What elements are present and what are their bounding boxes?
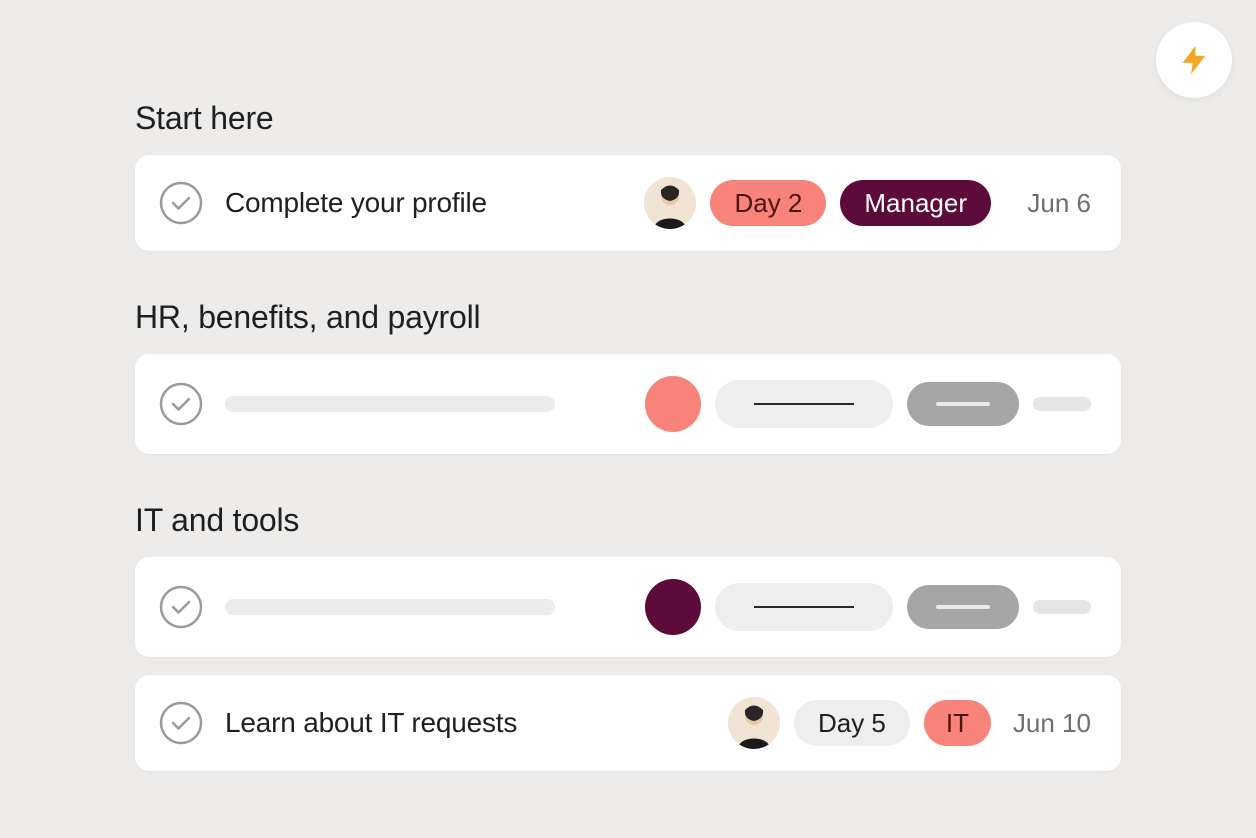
check-circle-icon[interactable] — [159, 181, 203, 225]
tag-placeholder — [715, 583, 893, 631]
tag-placeholder — [907, 382, 1019, 426]
task-row[interactable]: Complete your profile Day 2 Manager Jun … — [135, 155, 1121, 251]
title-placeholder — [225, 599, 555, 615]
task-meta: Day 5 IT Jun 10 — [728, 697, 1091, 749]
due-date: Jun 6 — [1005, 188, 1091, 219]
lightning-badge[interactable] — [1156, 22, 1232, 98]
date-placeholder — [1033, 397, 1091, 411]
check-circle-icon[interactable] — [159, 701, 203, 745]
day-tag[interactable]: Day 5 — [794, 700, 910, 746]
task-row-placeholder[interactable] — [135, 354, 1121, 454]
task-title: Complete your profile — [225, 187, 644, 219]
task-meta: Day 2 Manager Jun 6 — [644, 177, 1091, 229]
section-title: IT and tools — [135, 502, 1121, 539]
date-placeholder — [1033, 600, 1091, 614]
task-row[interactable]: Learn about IT requests Day 5 IT Jun 10 — [135, 675, 1121, 771]
section-it: IT and tools Learn about IT requests — [135, 502, 1121, 771]
color-dot — [645, 376, 701, 432]
dept-tag[interactable]: IT — [924, 700, 991, 746]
task-meta-placeholder — [645, 579, 1091, 635]
tag-placeholder — [907, 585, 1019, 629]
section-title: Start here — [135, 100, 1121, 137]
due-date: Jun 10 — [1005, 708, 1091, 739]
check-circle-icon[interactable] — [159, 382, 203, 426]
role-tag[interactable]: Manager — [840, 180, 991, 226]
section-start-here: Start here Complete your profile Day 2 M… — [135, 100, 1121, 251]
assignee-avatar[interactable] — [644, 177, 696, 229]
lightning-icon — [1177, 43, 1211, 77]
task-title: Learn about IT requests — [225, 707, 728, 739]
check-circle-icon[interactable] — [159, 585, 203, 629]
assignee-avatar[interactable] — [728, 697, 780, 749]
task-row-placeholder[interactable] — [135, 557, 1121, 657]
color-dot — [645, 579, 701, 635]
section-hr: HR, benefits, and payroll — [135, 299, 1121, 454]
task-list-container: Start here Complete your profile Day 2 M… — [0, 0, 1256, 771]
tag-placeholder — [715, 380, 893, 428]
day-tag[interactable]: Day 2 — [710, 180, 826, 226]
section-title: HR, benefits, and payroll — [135, 299, 1121, 336]
title-placeholder — [225, 396, 555, 412]
task-meta-placeholder — [645, 376, 1091, 432]
